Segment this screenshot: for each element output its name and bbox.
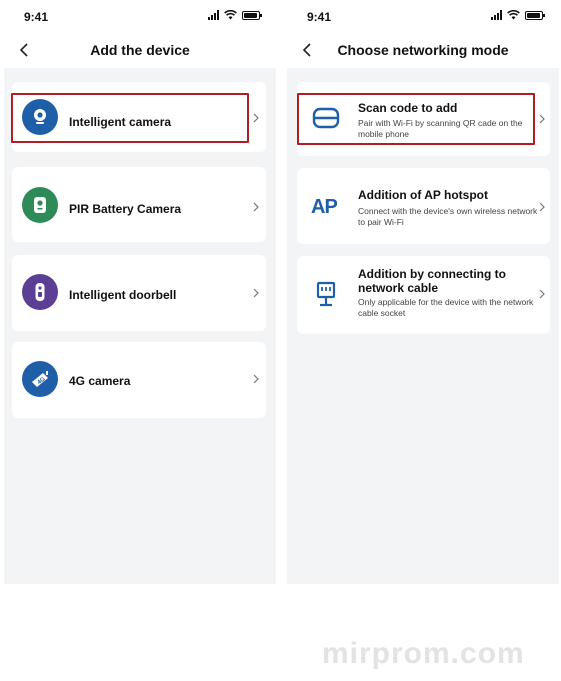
device-label: Intelligent camera <box>69 115 172 129</box>
mode-item-scan-code[interactable]: Scan code to add Pair with Wi-Fi by scan… <box>297 82 550 156</box>
nav-bar: Choose networking mode <box>287 32 559 68</box>
ap-hotspot-icon: AP <box>311 196 338 218</box>
status-time: 9:41 <box>307 10 332 24</box>
chevron-right-icon <box>539 114 545 124</box>
battery-icon <box>525 10 545 20</box>
battery-icon <box>242 10 262 20</box>
watermark: mirprom.com <box>322 637 525 670</box>
chevron-right-icon <box>253 288 259 298</box>
device-item-intelligent-camera[interactable]: Intelligent camera <box>12 82 266 152</box>
camera-icon <box>22 99 58 135</box>
mode-title: Addition of AP hotspot <box>358 188 488 202</box>
mode-description: Pair with Wi-Fi by scanning QR cade on t… <box>358 118 523 139</box>
mode-item-ap-hotspot[interactable]: AP Addition of AP hotspot Connect with t… <box>297 168 550 244</box>
chevron-right-icon <box>539 289 545 299</box>
device-item-4g-camera[interactable]: 4G 4G camera <box>12 342 266 418</box>
status-icons <box>208 10 262 20</box>
page-title: Add the device <box>90 42 190 58</box>
chevron-right-icon <box>539 202 545 212</box>
mode-item-network-cable[interactable]: Addition by connecting to network cable … <box>297 256 550 334</box>
device-label: 4G camera <box>69 374 131 388</box>
page-title: Choose networking mode <box>337 42 509 58</box>
wifi-icon <box>507 10 520 20</box>
mode-title: Addition by connecting to network cable <box>358 267 506 295</box>
device-item-pir-battery-camera[interactable]: PIR Battery Camera <box>12 167 266 242</box>
mode-description: Connect with the device's own wireless n… <box>358 206 538 227</box>
pir-camera-icon <box>22 187 58 223</box>
network-cable-icon <box>316 281 336 307</box>
device-label: PIR Battery Camera <box>69 202 182 216</box>
scan-code-icon <box>312 107 340 129</box>
signal-icon <box>208 10 219 20</box>
status-icons <box>491 10 545 20</box>
add-device-screen: 9:41 Add the device Intelligent camera P… <box>4 0 276 584</box>
chevron-right-icon <box>253 113 259 123</box>
4g-camera-icon: 4G <box>22 361 58 397</box>
device-label: Intelligent doorbell <box>69 288 177 302</box>
chevron-right-icon <box>253 202 259 212</box>
status-bar: 9:41 <box>287 0 559 32</box>
status-time: 9:41 <box>24 10 49 24</box>
wifi-icon <box>224 10 237 20</box>
signal-icon <box>491 10 502 20</box>
chevron-right-icon <box>253 374 259 384</box>
mode-description: Only applicable for the device with the … <box>358 297 534 318</box>
networking-mode-screen: 9:41 Choose networking mode Scan code to… <box>287 0 559 584</box>
status-bar: 9:41 <box>4 0 276 32</box>
device-item-intelligent-doorbell[interactable]: Intelligent doorbell <box>12 255 266 331</box>
mode-title: Scan code to add <box>358 101 458 115</box>
nav-bar: Add the device <box>4 32 276 68</box>
doorbell-icon <box>22 274 58 310</box>
